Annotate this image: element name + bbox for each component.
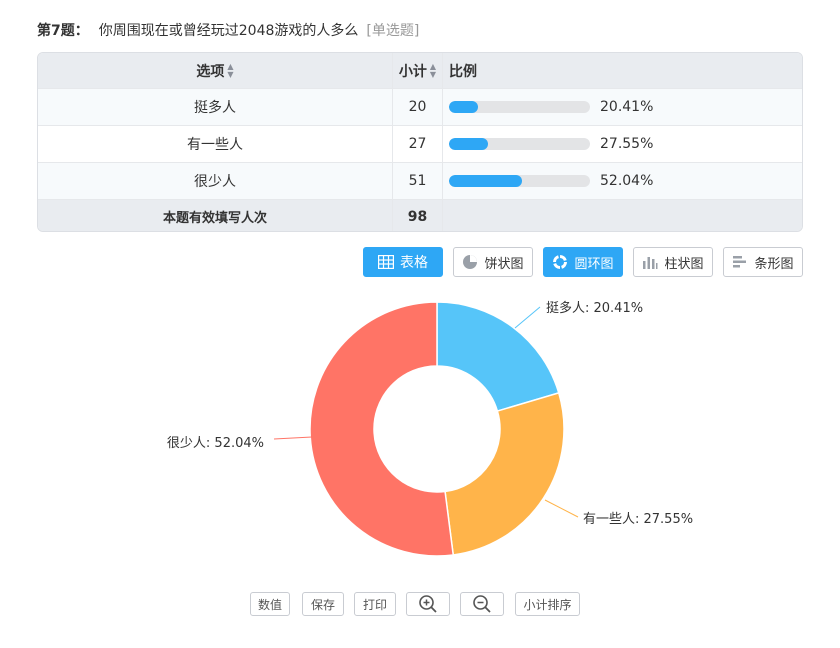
sort-icon: ▲ ▼ [429,61,437,79]
option-cell: 很少人 [38,163,393,199]
progress-bar [449,138,590,150]
percent-text: 20.41% [600,99,654,115]
column-view-button[interactable]: 柱状图 [633,247,713,277]
column-chart-icon [642,254,658,270]
bar-chart-icon [732,254,748,270]
zoom-out-icon [472,594,492,614]
count-cell: 20 [393,89,443,125]
zoom-in-button[interactable] [406,592,450,616]
sort-by-count-button[interactable]: 小计排序 [515,592,580,616]
header-ratio: 比例 [449,63,477,80]
question-text: 你周围现在或曾经玩过2048游戏的人多么 [98,23,359,39]
bar-view-button[interactable]: 条形图 [723,247,803,277]
zoom-in-icon [418,594,438,614]
donut-slice[interactable] [436,301,560,413]
table-icon [378,255,394,269]
table-header: 选项 ▲ ▼ 小计 ▲ ▼ 比例 [38,53,802,89]
header-count[interactable]: 小计 ▲ ▼ [393,53,443,88]
label-leader-line [273,436,313,440]
donut-chart-icon [552,254,568,270]
donut-slice[interactable] [309,301,455,557]
zoom-out-button[interactable] [460,592,504,616]
label-leader-line [514,306,541,329]
label-leader-line [544,499,579,518]
progress-bar [449,101,590,113]
option-cell: 挺多人 [38,89,393,125]
percent-text: 27.55% [600,136,654,152]
pie-chart-icon [462,254,478,270]
percent-text: 52.04% [600,173,654,189]
ratio-cell: 52.04% [443,163,802,199]
save-button[interactable]: 保存 [302,592,344,616]
table-total-row: 本题有效填写人次 98 [38,200,802,231]
table-row: 挺多人 20 20.41% [38,89,802,126]
progress-bar [449,175,590,187]
donut-chart: 挺多人: 20.41% 有一些人: 27.55% 很少人: 52.04% [167,300,693,557]
donut-view-button[interactable]: 圆环图 [543,247,623,277]
ratio-cell: 27.55% [443,126,802,162]
option-cell: 有一些人 [38,126,393,162]
slice-label: 很少人: 52.04% [167,436,264,451]
values-button[interactable]: 数值 [250,592,290,616]
slice-label: 有一些人: 27.55% [583,512,693,527]
print-button[interactable]: 打印 [354,592,396,616]
ratio-cell: 20.41% [443,89,802,125]
question-title: 第7题： 你周围现在或曾经玩过2048游戏的人多么 [单选题] [37,20,419,40]
header-option[interactable]: 选项 ▲ ▼ [38,53,393,88]
donut-slice[interactable] [444,391,565,556]
count-cell: 27 [393,126,443,162]
question-number: 第7题： [37,23,89,39]
pie-view-button[interactable]: 饼状图 [453,247,533,277]
total-count: 98 [393,200,443,231]
results-table: 选项 ▲ ▼ 小计 ▲ ▼ 比例 挺多人 20 20.41% 有一些人 27 27.55… [37,52,803,232]
table-row: 有一些人 27 27.55% [38,126,802,163]
total-label: 本题有效填写人次 [38,200,393,231]
count-cell: 51 [393,163,443,199]
table-row: 很少人 51 52.04% [38,163,802,200]
sort-icon: ▲ ▼ [227,61,234,79]
question-type: [单选题] [366,23,420,39]
table-view-button[interactable]: 表格 [363,247,443,277]
slice-label: 挺多人: 20.41% [546,300,643,316]
